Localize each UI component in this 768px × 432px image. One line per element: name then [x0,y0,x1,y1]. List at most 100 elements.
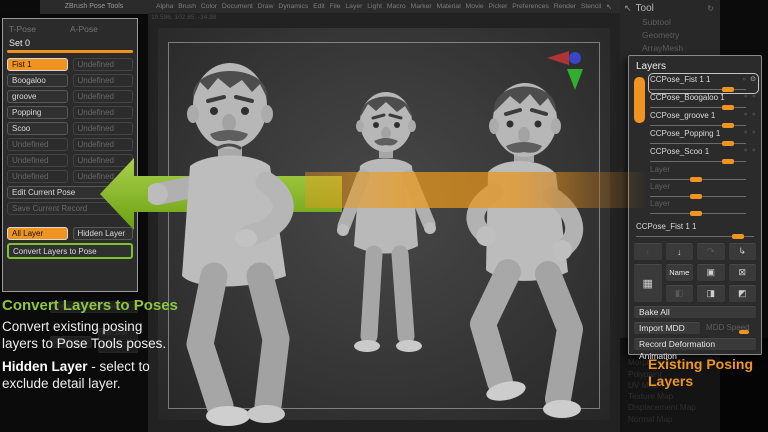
layer-slider[interactable] [650,176,746,180]
menu-item-macro[interactable]: Macro [387,3,406,10]
layer-row-empty[interactable]: Layer [650,199,757,215]
layer-row-groove[interactable]: CCPose_groove 1 ● ● [650,111,757,128]
new-layer-button[interactable]: ▦ [633,263,663,303]
menu-item-dynamics[interactable]: Dynamics [278,3,308,10]
pose-button-undefined[interactable]: Undefined [73,138,134,151]
record-toggle-icon[interactable]: ● [742,76,747,83]
menu-item-alpha[interactable]: Alpha [156,3,173,10]
tool-item-displacement-map[interactable]: Displacement Map [628,402,696,413]
record-toggle-icon[interactable]: ● [744,93,749,100]
pose-button-undefined[interactable]: Undefined [73,90,134,103]
pose-button-boogaloo[interactable]: Boogaloo [7,74,68,87]
split-to-layers-button[interactable]: ◩ [728,284,758,303]
pose-row: Popping Undefined [7,106,133,119]
layer-slider[interactable] [650,193,746,197]
visibility-toggle-icon[interactable]: ● [752,111,757,118]
import-mdd-button[interactable]: Import MDD [633,321,701,335]
active-layer-marker [634,77,645,123]
menu-item-file[interactable]: File [330,3,341,10]
layer-row-boogaloo[interactable]: CCPose_Boogaloo 1 ● ● [650,93,757,110]
layer-row-empty[interactable]: Layer [650,182,757,198]
bake-all-button[interactable]: Bake All [633,305,757,319]
tool-item-texture-map[interactable]: Texture Map [628,391,696,402]
pose-button-groove[interactable]: groove [7,90,68,103]
menu-item-stencil[interactable]: Stencil [581,3,601,10]
mdd-speed-slider[interactable]: MDD Speed [704,321,757,335]
tool-item-normal-map[interactable]: Normal Map [628,414,696,425]
layer-name: CCPose_Popping 1 [650,129,757,138]
rename-layer-button[interactable]: Name [665,263,695,282]
grid-icon: ▦ [643,277,653,290]
visibility-toggle-icon[interactable]: ● [752,93,757,100]
annotation-line: Existing Posing [648,356,753,373]
layers-panel-title[interactable]: Layers [636,61,757,72]
pose-button-undefined[interactable]: Undefined [7,138,68,151]
convert-layers-to-pose-button[interactable]: Convert Layers to Pose [7,243,133,259]
axis-indicator-icon [545,45,590,90]
all-layer-button[interactable]: All Layer [7,227,68,240]
record-toggle-icon[interactable]: ● [744,147,749,154]
pose-button-fist1[interactable]: Fist 1 [7,58,68,71]
pose-row: Scoo Undefined [7,122,133,135]
set-slider[interactable] [7,50,133,53]
layer-slider[interactable] [650,86,746,90]
redo-layer-button[interactable]: ↷ [696,242,726,261]
move-layer-up-button[interactable]: ↑ [633,242,663,261]
layer-slider[interactable] [650,104,746,108]
layer-row-empty[interactable]: Layer [650,165,757,181]
pose-row: Undefined Undefined [7,138,133,151]
layer-slider[interactable] [650,140,746,144]
menu-item-color[interactable]: Color [201,3,217,10]
layer-slider[interactable] [650,122,746,126]
character-left [148,63,286,426]
tool-item-arraymesh[interactable]: ArrayMesh [642,42,720,55]
menu-item-picker[interactable]: Picker [489,3,508,10]
pose-button-undefined[interactable]: Undefined [73,58,134,71]
split-layer-button[interactable]: ↳ [728,242,758,261]
move-layer-down-button[interactable]: ↓ [665,242,695,261]
menu-item-light[interactable]: Light [367,3,382,10]
menu-item-marker[interactable]: Marker [411,3,432,10]
delete-layer-button[interactable]: ⊠ [728,263,758,282]
pose-button-undefined[interactable]: Undefined [73,106,134,119]
menu-item-edit[interactable]: Edit [313,3,325,10]
pose-button-undefined[interactable]: Undefined [7,170,68,183]
visibility-toggle-icon[interactable]: ● [752,147,757,154]
menu-item-render[interactable]: Render [554,3,576,10]
pose-button-scoo[interactable]: Scoo [7,122,68,135]
record-deformation-animation-button[interactable]: Record Deformation Animation [633,337,757,351]
invert-layer-button[interactable]: ◧ [665,284,695,303]
menu-item-movie[interactable]: Movie [466,3,484,10]
record-toggle-icon[interactable]: ● [744,111,749,118]
visibility-toggle-icon[interactable]: ● [752,129,757,136]
layer-row-fist[interactable]: CCPose_Fist 1 1 ● ⊙ [650,75,757,92]
layer-slider[interactable] [650,210,746,214]
merge-down-button[interactable]: ◨ [696,284,726,303]
tool-palette-title[interactable]: Tool [636,3,708,14]
pose-tools-panel: T-Pose A-Pose Set 0 Fist 1 Undefined Boo… [2,18,138,292]
menu-item-document[interactable]: Document [222,3,253,10]
layer-slider[interactable] [650,158,746,162]
menu-item-brush[interactable]: Brush [178,3,196,10]
pose-button-undefined[interactable]: Undefined [7,154,68,167]
pose-button-undefined[interactable]: Undefined [73,74,134,87]
active-layer-slider[interactable] [636,233,754,237]
layer-name: Layer [650,199,757,208]
tool-item-subtool[interactable]: Subtool [642,16,720,29]
record-toggle-icon[interactable]: ● [744,129,749,136]
layer-row-scoo[interactable]: CCPose_Scoo 1 ● ● [650,147,757,164]
duplicate-layer-button[interactable]: ▣ [696,263,726,282]
cursor-icon: ↖ [606,3,612,11]
menu-item-draw[interactable]: Draw [258,3,274,10]
pose-button-popping[interactable]: Popping [7,106,68,119]
pose-tools-window-title[interactable]: ZBrush Pose Tools [40,0,148,14]
menu-item-material[interactable]: Material [437,3,461,10]
layer-row-popping[interactable]: CCPose_Popping 1 ● ● [650,129,757,146]
eye-icon[interactable]: ⊙ [750,76,757,83]
pose-button-undefined[interactable]: Undefined [73,122,134,135]
menu-item-preferences[interactable]: Preferences [512,3,549,10]
menu-item-layer[interactable]: Layer [345,3,362,10]
tool-item-geometry[interactable]: Geometry [642,29,720,42]
set-label[interactable]: Set 0 [9,38,133,48]
reload-icon[interactable]: ↻ [707,4,714,13]
